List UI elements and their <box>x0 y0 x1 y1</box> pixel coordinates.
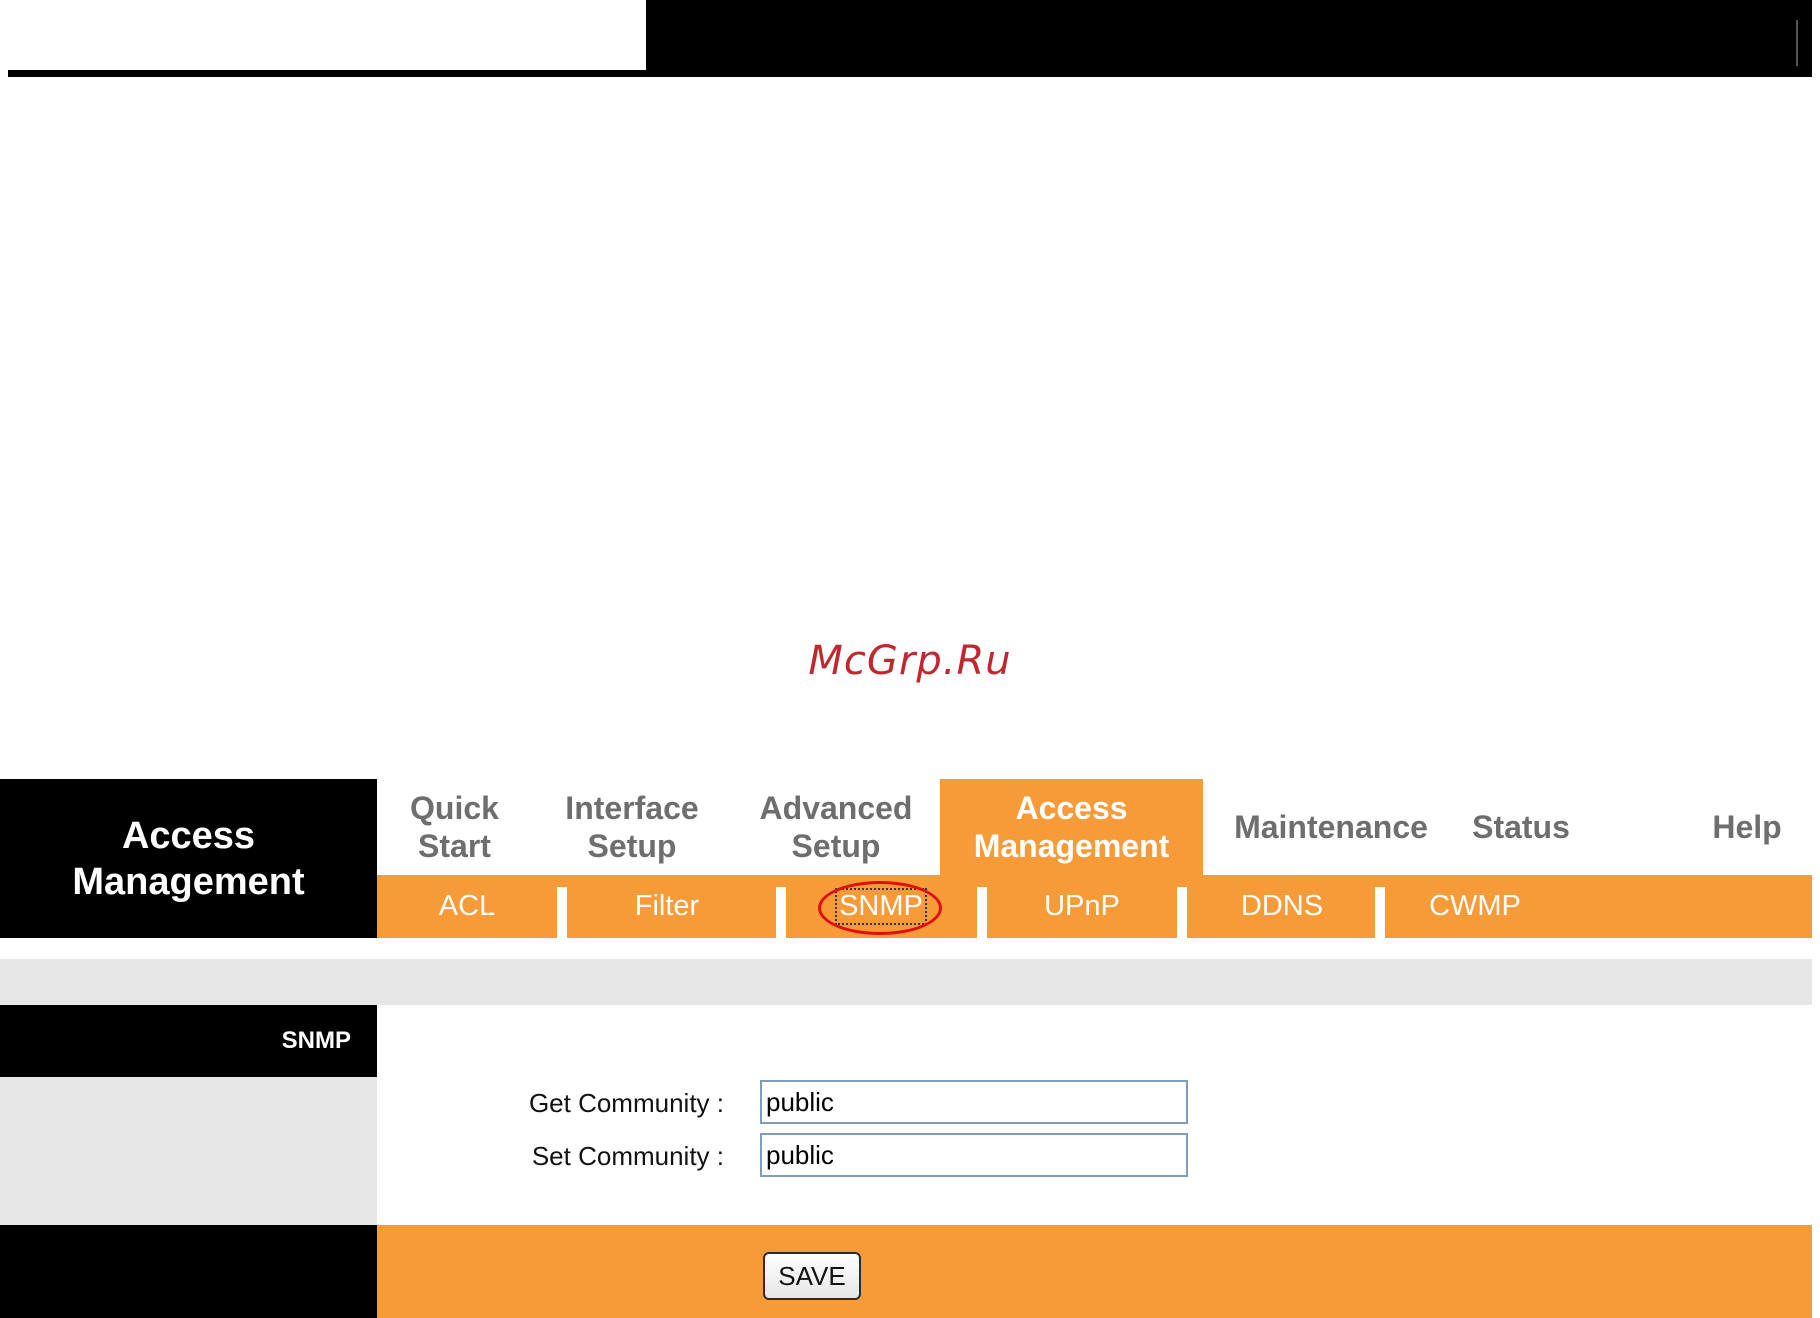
nav-label: Quick <box>410 790 499 826</box>
get-community-input[interactable] <box>760 1080 1188 1124</box>
nav-interface-setup[interactable]: Interface Setup <box>532 779 732 875</box>
left-column-fill <box>0 1077 377 1225</box>
subnav-filter[interactable]: Filter <box>567 875 767 938</box>
brand-block: Access Management <box>0 779 377 938</box>
nav-maintenance[interactable]: Maintenance <box>1203 779 1459 875</box>
snmp-highlight-circle <box>818 881 942 935</box>
subnav-separator <box>1375 887 1385 938</box>
top-rule <box>8 70 648 77</box>
subnav-separator <box>557 887 567 938</box>
nav-label: Interface <box>565 790 699 826</box>
spacer-band <box>0 959 1812 1005</box>
nav-label: Help <box>1712 809 1782 845</box>
subnav-separator <box>776 887 786 938</box>
sub-nav: ACL Filter SNMP UPnP DDNS CWMP <box>377 875 1812 938</box>
nav-status[interactable]: Status <box>1459 779 1583 875</box>
nav-label: Management <box>973 828 1170 864</box>
subnav-separator <box>977 887 987 938</box>
main-nav: Quick Start Interface Setup Advanced Setup … <box>377 779 1812 875</box>
nav-label: Setup <box>587 828 677 864</box>
nav-label: Status <box>1472 809 1570 845</box>
nav-label: Setup <box>791 828 881 864</box>
subnav-ddns[interactable]: DDNS <box>1187 875 1377 938</box>
nav-label: Advanced <box>759 790 913 826</box>
get-community-row: Get Community : <box>377 1079 1812 1127</box>
subnav-upnp[interactable]: UPnP <box>987 875 1177 938</box>
brand-line-2: Management <box>72 860 305 903</box>
nav-help[interactable]: Help <box>1697 779 1797 875</box>
brand-line-1: Access <box>121 814 256 857</box>
set-community-label: Set Community : <box>531 1140 724 1171</box>
top-blank-area <box>0 0 646 70</box>
nav-quick-start[interactable]: Quick Start <box>377 779 532 875</box>
nav-access-management[interactable]: Access Management <box>940 779 1203 875</box>
nav-label: Start <box>418 828 491 864</box>
nav-advanced-setup[interactable]: Advanced Setup <box>732 779 940 875</box>
footer-left <box>0 1225 377 1318</box>
top-black-bar <box>646 0 1812 77</box>
subnav-acl[interactable]: ACL <box>377 875 557 938</box>
save-button[interactable]: SAVE <box>763 1252 861 1300</box>
nav-label: Maintenance <box>1234 809 1428 845</box>
subnav-separator <box>1177 887 1187 938</box>
footer-bar: SAVE <box>377 1225 1812 1318</box>
router-ui: Access Management Quick Start Interface Se… <box>0 779 1812 1318</box>
get-community-label: Get Community : <box>528 1087 724 1118</box>
section-title: SNMP <box>0 1005 377 1077</box>
set-community-row: Set Community : <box>377 1132 1812 1180</box>
subnav-cwmp[interactable]: CWMP <box>1385 875 1565 938</box>
nav-label: Access <box>1015 790 1128 826</box>
top-bar-tick <box>1796 20 1798 66</box>
set-community-input[interactable] <box>760 1133 1188 1177</box>
watermark: McGrp.Ru <box>808 638 1012 684</box>
